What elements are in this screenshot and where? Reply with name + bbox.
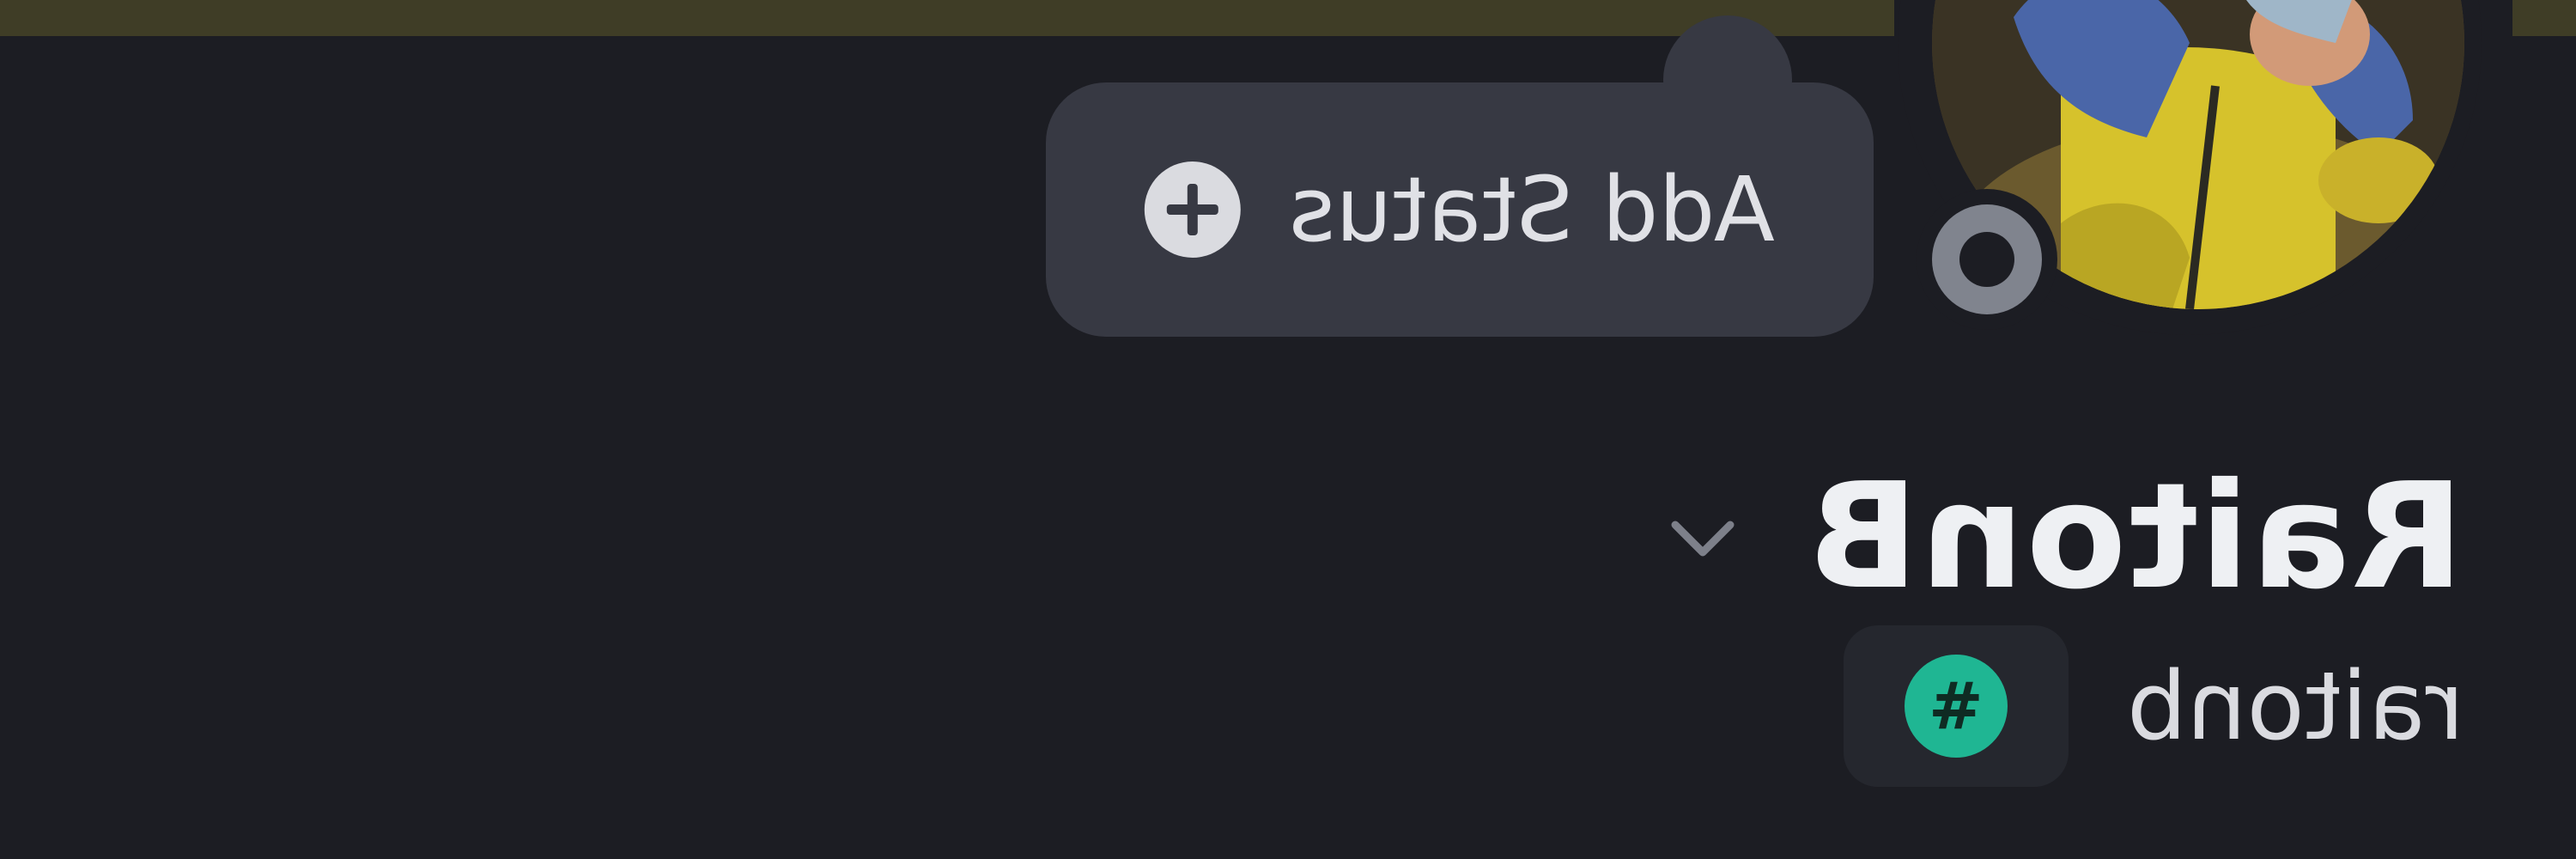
add-status-label: Add Status: [1289, 157, 1775, 262]
username-badge-button[interactable]: #: [1843, 625, 2069, 787]
profile-header: Add Status RaitonB # raitonb: [0, 0, 2576, 859]
display-name: RaitonB: [1806, 452, 2464, 622]
hash-icon: #: [1904, 655, 2008, 758]
presence-offline-icon: [1932, 204, 2042, 314]
display-name-row: RaitonB: [1668, 452, 2464, 622]
chevron-down-icon[interactable]: [1668, 503, 1737, 571]
plus-circle-icon: [1145, 161, 1242, 258]
add-status-content: Add Status: [1145, 157, 1775, 262]
add-status-button[interactable]: Add Status: [1046, 82, 1874, 337]
username-row: # raitonb: [1843, 625, 2464, 787]
username: raitonb: [2126, 651, 2464, 761]
